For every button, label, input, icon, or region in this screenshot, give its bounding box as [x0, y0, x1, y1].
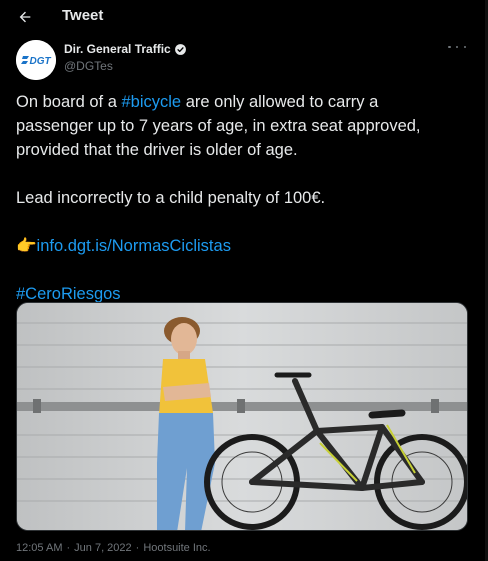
display-name[interactable]: Dir. General Traffic	[64, 42, 171, 56]
text-segment: are only allowed to carry a	[185, 93, 379, 111]
tweet-time[interactable]: 12:05 AM	[16, 542, 62, 554]
handle[interactable]: @DGTes	[64, 59, 113, 73]
tweet-text: On board of a #bicycle are only allowed …	[16, 90, 476, 306]
avatar[interactable]: DGT	[16, 40, 56, 80]
tweet-line: Lead incorrectly to a child penalty of 1…	[16, 189, 326, 207]
page-title: Tweet	[62, 7, 104, 24]
svg-text:DGT: DGT	[30, 56, 52, 67]
hashtag-cero-riesgos-link[interactable]: #CeroRiesgos	[16, 285, 121, 303]
arrow-left-icon	[19, 11, 31, 23]
tweet-line: On board of a #bicycle are only allowed …	[16, 90, 476, 114]
dot	[448, 45, 451, 49]
top-bar: Tweet	[0, 0, 488, 34]
tweet-meta: 12:05 AM · Jun 7, 2022 · Hootsuite Inc.	[16, 542, 215, 554]
separator-dot: ·	[135, 542, 140, 554]
tweet-line: provided that the driver is older of age…	[16, 141, 298, 159]
tweet-line: 👉info.dgt.is/NormasCiclistas	[16, 234, 476, 258]
hashtag-bicycle-link[interactable]: #bicycle	[122, 93, 182, 111]
tweet-photo[interactable]	[16, 302, 468, 531]
verified-badge-icon	[174, 43, 186, 55]
text-segment: On board of a	[16, 93, 122, 111]
boy-with-bicycle-image	[17, 303, 467, 530]
name-row: Dir. General Traffic	[64, 42, 187, 56]
tweet-source[interactable]: Hootsuite Inc.	[143, 542, 210, 554]
dot	[463, 45, 466, 49]
more-options-button[interactable]	[448, 40, 466, 54]
pointing-hand-emoji: 👉	[16, 237, 37, 255]
external-link[interactable]: info.dgt.is/NormasCiclistas	[37, 237, 231, 255]
back-button[interactable]	[14, 6, 36, 28]
dot	[455, 45, 459, 49]
tweet-line: passenger up to 7 years of age, in extra…	[16, 117, 421, 135]
tweet-author: DGT Dir. General Traffic @DGTes	[16, 38, 472, 82]
tweet-date[interactable]: Jun 7, 2022	[74, 542, 132, 554]
dgt-logo: DGT	[16, 40, 56, 80]
separator-dot: ·	[66, 542, 71, 554]
